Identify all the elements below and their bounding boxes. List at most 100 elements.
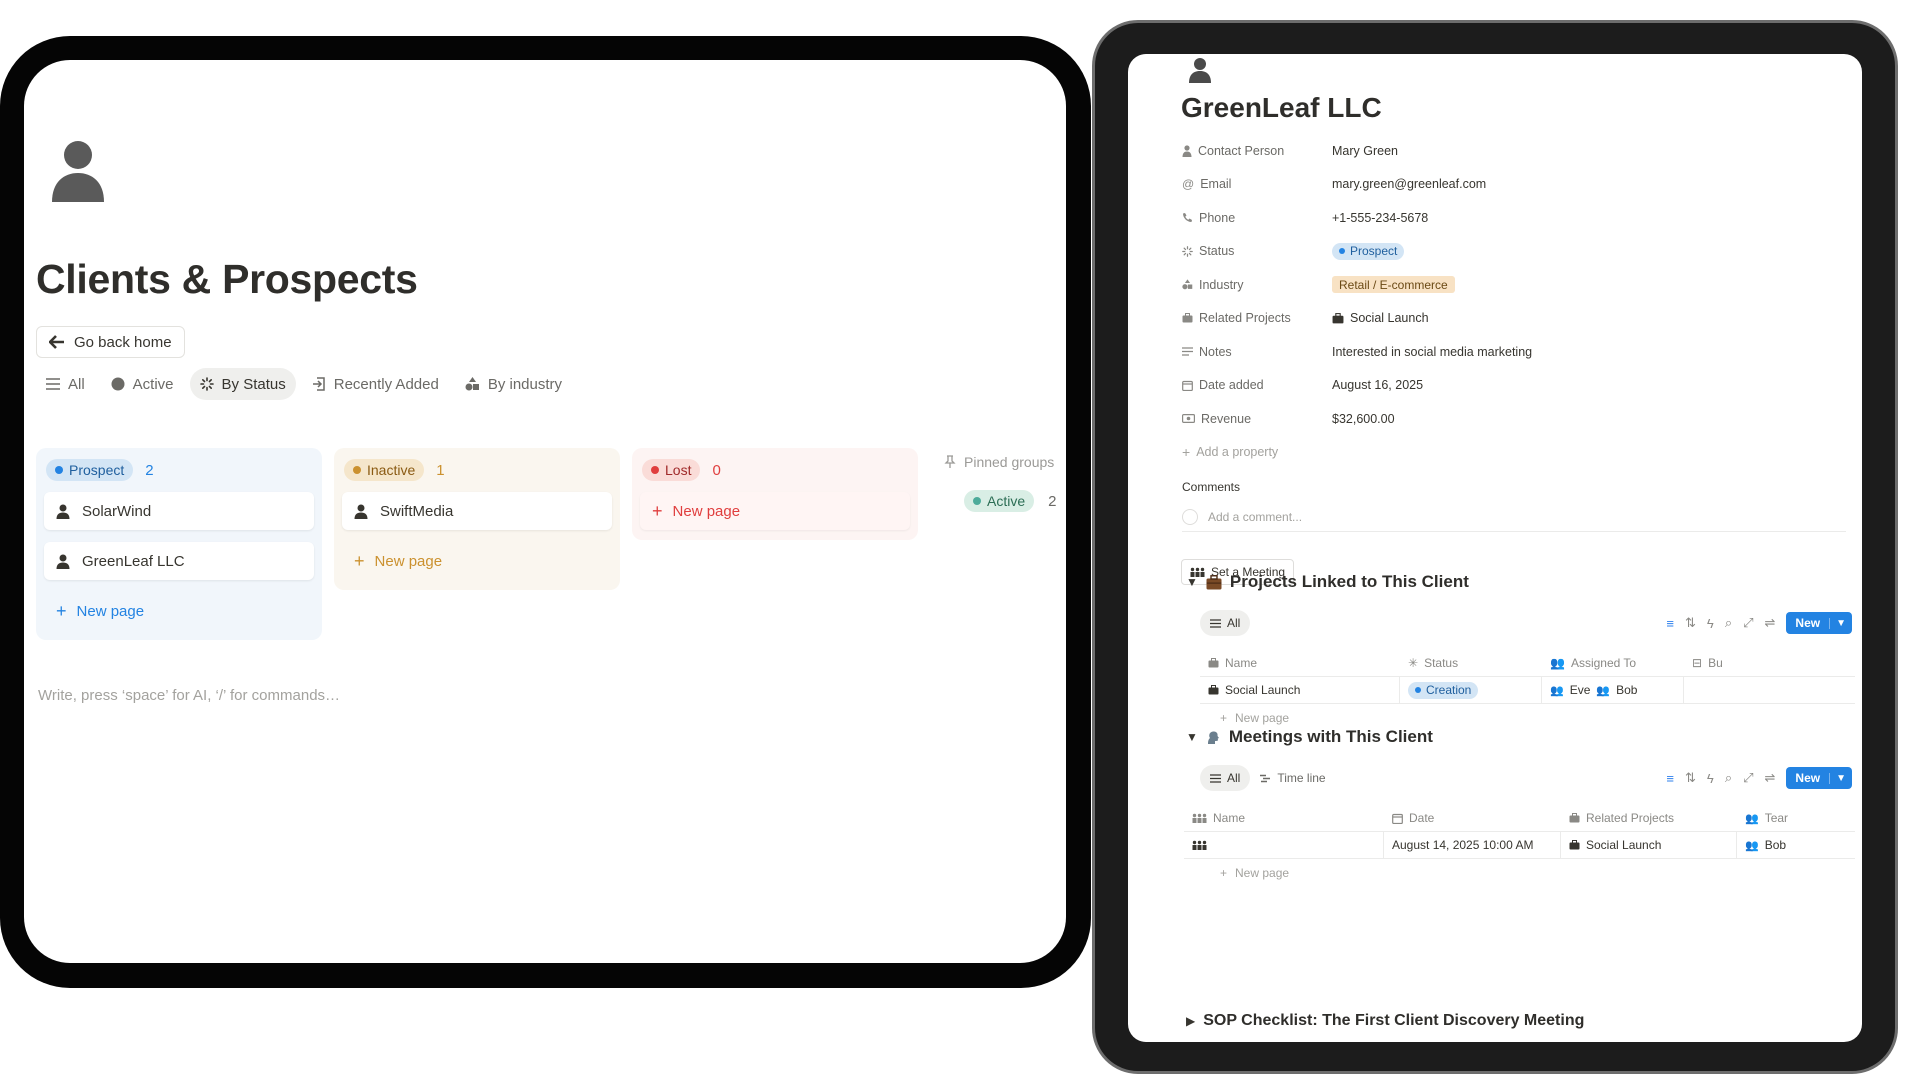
status-dot bbox=[55, 466, 63, 474]
chevron-down-icon[interactable]: ▼ bbox=[1829, 772, 1852, 784]
status-badge[interactable]: Prospect bbox=[1332, 242, 1405, 260]
chevron-down-icon[interactable]: ▼ bbox=[1829, 617, 1852, 629]
status-icon bbox=[199, 377, 214, 391]
property-industry[interactable]: Industry Retail / E-commerce bbox=[1182, 268, 1782, 302]
go-back-home-button[interactable]: Go back home bbox=[36, 326, 185, 358]
tab-all[interactable]: All bbox=[36, 368, 95, 400]
cell-date[interactable]: August 14, 2025 10:00 AM bbox=[1384, 832, 1561, 858]
settings-icon[interactable]: ⇌ bbox=[1765, 615, 1776, 631]
calendar-icon bbox=[1392, 813, 1403, 824]
cell-team[interactable]: 👥 Bob bbox=[1737, 832, 1855, 858]
add-property-label: Add a property bbox=[1196, 445, 1279, 460]
board-card[interactable]: SwiftMedia bbox=[342, 492, 612, 530]
people-icon bbox=[1192, 813, 1207, 823]
expand-icon[interactable]: ⤢ bbox=[1743, 615, 1753, 631]
enter-icon bbox=[312, 377, 326, 391]
property-value[interactable]: Interested in social media marketing bbox=[1332, 345, 1532, 359]
new-page-button[interactable]: + New page bbox=[44, 592, 314, 630]
cell-name[interactable]: Social Launch bbox=[1200, 677, 1400, 703]
person-icon[interactable] bbox=[1188, 57, 1212, 83]
property-revenue[interactable]: Revenue $32,600.00 bbox=[1182, 402, 1782, 436]
new-page-button[interactable]: + New page bbox=[1184, 859, 1855, 887]
right-tablet: GreenLeaf LLC Contact Person Mary Green … bbox=[1092, 20, 1898, 1074]
cell-status[interactable]: Creation bbox=[1400, 677, 1542, 703]
column-header-assigned[interactable]: 👥 Assigned To bbox=[1542, 650, 1684, 676]
settings-icon[interactable]: ⇌ bbox=[1765, 770, 1776, 786]
column-header-name[interactable]: Name bbox=[1184, 805, 1384, 831]
projects-section-toggle[interactable]: ▼ Projects Linked to This Client bbox=[1186, 572, 1469, 592]
card-title: GreenLeaf LLC bbox=[82, 552, 185, 570]
tab-recently-added[interactable]: Recently Added bbox=[302, 368, 449, 400]
column-count: 0 bbox=[712, 461, 721, 479]
meetings-section-toggle[interactable]: ▼ Meetings with This Client bbox=[1186, 727, 1433, 747]
property-label: Industry bbox=[1199, 277, 1244, 292]
people-icon bbox=[1192, 840, 1207, 850]
tab-by-status[interactable]: By Status bbox=[189, 368, 296, 400]
cell-name[interactable] bbox=[1184, 832, 1384, 858]
pinned-group-active[interactable]: Active 2 bbox=[964, 490, 1056, 512]
table-row[interactable]: August 14, 2025 10:00 AM Social Launch 👥… bbox=[1184, 832, 1855, 859]
property-notes[interactable]: Notes Interested in social media marketi… bbox=[1182, 335, 1782, 369]
relation-link[interactable]: Social Launch bbox=[1332, 311, 1429, 325]
editor-placeholder[interactable]: Write, press ‘space’ for AI, ‘/’ for com… bbox=[38, 687, 340, 704]
property-date-added[interactable]: Date added August 16, 2025 bbox=[1182, 369, 1782, 403]
column-header-date[interactable]: Date bbox=[1384, 805, 1561, 831]
people-icon: 👥 bbox=[1745, 839, 1759, 852]
new-page-label: New page bbox=[76, 602, 145, 620]
expand-icon[interactable]: ⤢ bbox=[1743, 770, 1753, 786]
column-header-team[interactable]: 👥 Tear bbox=[1737, 805, 1855, 831]
sop-section-toggle[interactable]: ▶ SOP Checklist: The First Client Discov… bbox=[1186, 1012, 1584, 1030]
tab-active[interactable]: Active bbox=[101, 368, 184, 400]
property-status[interactable]: Status Prospect bbox=[1182, 235, 1782, 269]
cell-assigned[interactable]: 👥 Eve 👥 Bob bbox=[1542, 677, 1684, 703]
automation-icon[interactable]: ϟ bbox=[1707, 771, 1714, 786]
new-button[interactable]: New ▼ bbox=[1786, 612, 1852, 634]
new-page-button[interactable]: + New page bbox=[640, 492, 910, 530]
status-label: Creation bbox=[1426, 683, 1472, 697]
column-header[interactable]: Lost 0 bbox=[640, 456, 910, 484]
board-card[interactable]: GreenLeaf LLC bbox=[44, 542, 314, 580]
property-related-projects[interactable]: Related Projects Social Launch bbox=[1182, 302, 1782, 336]
board-card[interactable]: SolarWind bbox=[44, 492, 314, 530]
property-value[interactable]: August 16, 2025 bbox=[1332, 378, 1423, 392]
property-contact-person[interactable]: Contact Person Mary Green bbox=[1182, 134, 1782, 168]
property-value[interactable]: $32,600.00 bbox=[1332, 412, 1395, 426]
property-value[interactable]: +1-555-234-5678 bbox=[1332, 211, 1428, 225]
property-value[interactable]: Mary Green bbox=[1332, 144, 1398, 158]
comment-input[interactable]: Add a comment... bbox=[1182, 502, 1846, 532]
status-label: Prospect bbox=[1350, 244, 1398, 259]
industry-tag[interactable]: Retail / E-commerce bbox=[1332, 276, 1455, 294]
column-header-status[interactable]: ✳ Status bbox=[1400, 650, 1542, 676]
search-icon[interactable]: ⌕ bbox=[1725, 770, 1732, 786]
people-icon: 👥 bbox=[1745, 812, 1759, 825]
property-value[interactable]: mary.green@greenleaf.com bbox=[1332, 177, 1486, 191]
column-header-related-projects[interactable]: Related Projects bbox=[1561, 805, 1737, 831]
column-header-budget[interactable]: ⊟ Bu bbox=[1684, 650, 1724, 676]
plus-icon: + bbox=[652, 500, 663, 521]
new-button[interactable]: New ▼ bbox=[1786, 767, 1852, 789]
automation-icon[interactable]: ϟ bbox=[1707, 616, 1714, 631]
table-header: Name Date Related Projects 👥 Tear bbox=[1184, 805, 1855, 832]
cell-budget[interactable] bbox=[1684, 677, 1724, 703]
tab-by-industry[interactable]: By industry bbox=[455, 368, 572, 400]
table-row[interactable]: Social Launch Creation 👥 Eve 👥 Bob bbox=[1200, 677, 1855, 704]
cell-related-project[interactable]: Social Launch bbox=[1561, 832, 1737, 858]
sort-icon[interactable]: ⇅ bbox=[1685, 615, 1696, 631]
sort-icon[interactable]: ⇅ bbox=[1685, 770, 1696, 786]
person-icon[interactable] bbox=[48, 138, 108, 202]
new-page-button[interactable]: + New page bbox=[342, 542, 612, 580]
property-phone[interactable]: Phone +1-555-234-5678 bbox=[1182, 201, 1782, 235]
tab-all[interactable]: All bbox=[1200, 765, 1251, 791]
filter-icon[interactable]: ≡ bbox=[1666, 771, 1674, 786]
search-icon[interactable]: ⌕ bbox=[1725, 615, 1732, 631]
status-icon: ✳ bbox=[1408, 656, 1419, 670]
column-header-name[interactable]: Name bbox=[1200, 650, 1400, 676]
column-header[interactable]: Inactive 1 bbox=[342, 456, 612, 484]
column-header[interactable]: Prospect 2 bbox=[44, 456, 314, 484]
tab-all[interactable]: All bbox=[1200, 610, 1251, 636]
filter-icon[interactable]: ≡ bbox=[1666, 616, 1674, 631]
cell-text: Social Launch bbox=[1586, 838, 1662, 852]
tab-timeline[interactable]: Time line bbox=[1250, 765, 1335, 791]
add-property-button[interactable]: + Add a property bbox=[1182, 436, 1782, 470]
property-email[interactable]: @ Email mary.green@greenleaf.com bbox=[1182, 168, 1782, 202]
